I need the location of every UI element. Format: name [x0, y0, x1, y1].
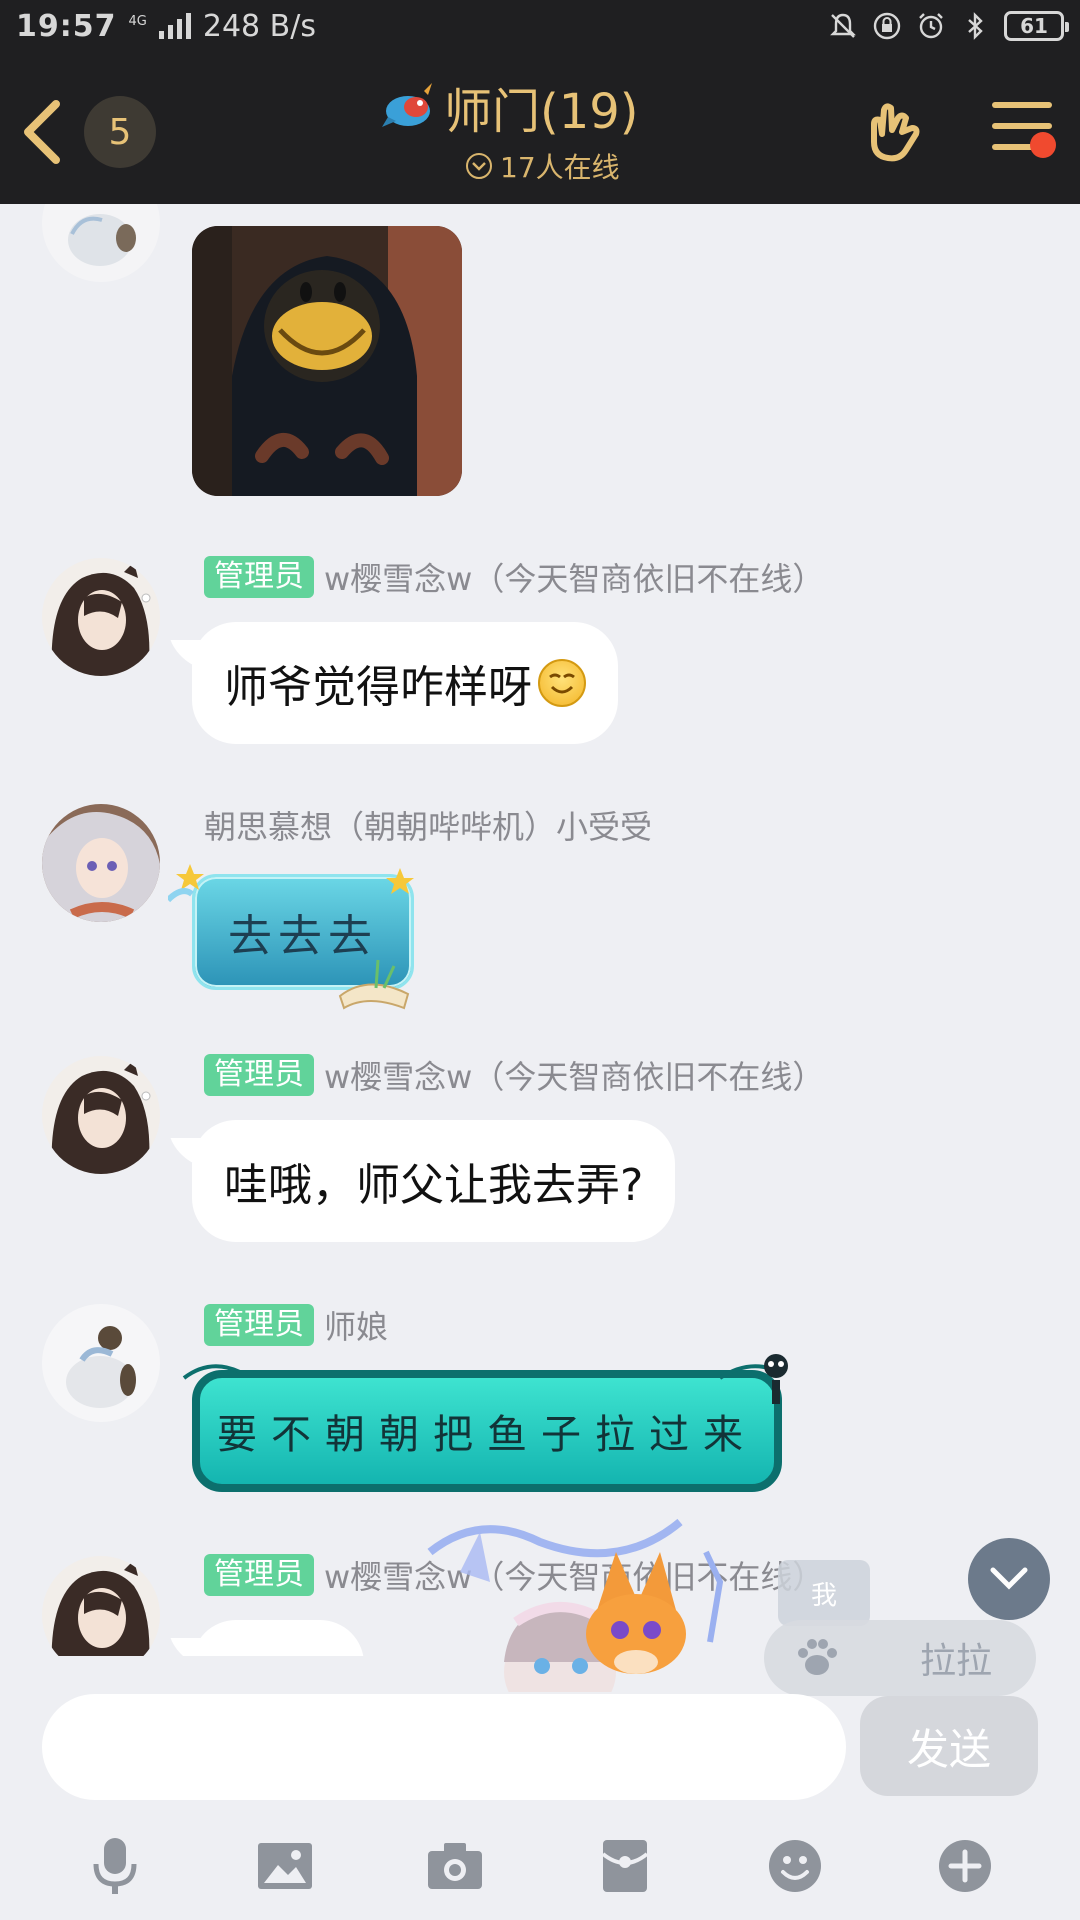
hand-gesture-icon[interactable]: [862, 100, 928, 166]
admin-role-tag: 管理员: [204, 556, 314, 598]
bubble-decoration-icon: [168, 864, 414, 1010]
paw-icon: [798, 1639, 837, 1675]
alarm-icon: [919, 13, 943, 39]
sender-info: 管理员 w樱雪念w（今天智商依旧不在线）: [204, 554, 824, 600]
sender-info: 管理员 w樱雪念w（今天智商依旧不在线）: [204, 1052, 824, 1098]
sender-name[interactable]: 师娘: [324, 1302, 388, 1348]
sender-name[interactable]: w樱雪念w（今天智商依旧不在线）: [324, 1052, 824, 1098]
message-bubble[interactable]: [192, 1620, 364, 1656]
red-packet-icon[interactable]: [592, 1833, 658, 1899]
online-count-text: 17人在线: [500, 151, 620, 184]
status-bar: 19:57 4G 248 B/s 61: [0, 0, 1080, 52]
avatar[interactable]: [42, 1556, 160, 1656]
message-image[interactable]: [192, 226, 462, 496]
message-bubble[interactable]: 哇哦，师父让我去弄?: [192, 1120, 676, 1242]
scroll-down-button[interactable]: [968, 1538, 1050, 1620]
bubble-decoration-icon: [182, 1354, 788, 1404]
sender-info: 管理员 师娘: [204, 1302, 388, 1348]
send-button[interactable]: 发送: [860, 1696, 1038, 1796]
admin-role-tag: 管理员: [204, 1304, 314, 1346]
message-input[interactable]: [42, 1694, 846, 1800]
message-text: 师爷觉得咋样呀: [224, 662, 532, 713]
online-count[interactable]: 17人在线: [466, 146, 700, 186]
message-bubble[interactable]: 师爷觉得咋样呀: [192, 622, 618, 744]
camera-icon[interactable]: [422, 1833, 488, 1899]
microphone-icon[interactable]: [82, 1833, 148, 1899]
admin-role-tag: 管理员: [204, 1054, 314, 1096]
avatar[interactable]: [42, 804, 160, 922]
mute-bell-icon: [830, 13, 856, 38]
plus-icon[interactable]: [932, 1833, 998, 1899]
unread-count-badge[interactable]: 5: [84, 96, 156, 168]
pat-label: 拉拉: [920, 1641, 993, 1682]
dragon-icon: [382, 83, 432, 127]
sender-name[interactable]: 朝思慕想（朝朝哔哔机）小受受: [204, 802, 652, 848]
battery-indicator: 61: [1004, 11, 1069, 41]
network-type: 4G: [128, 13, 147, 29]
input-bar: 发送: [0, 1684, 1080, 1800]
signal-icon: [158, 13, 191, 39]
message-list[interactable]: 管理员 w樱雪念w（今天智商依旧不在线） 师爷觉得咋样呀 朝思慕想（朝朝哔哔机）…: [0, 204, 1080, 1656]
sender-info: 朝思慕想（朝朝哔哔机）小受受: [204, 802, 652, 848]
chevron-down-icon: [990, 1567, 1028, 1590]
avatar[interactable]: [42, 1056, 160, 1174]
emoji-icon[interactable]: [762, 1833, 828, 1899]
bluetooth-icon: [968, 12, 983, 40]
avatar[interactable]: [42, 558, 160, 676]
chevron-down-icon: [466, 153, 492, 179]
sticker-overlay-icon[interactable]: [420, 1512, 820, 1692]
me-tag: 我: [778, 1560, 870, 1626]
status-time: 19:57: [16, 8, 117, 44]
sender-name[interactable]: w樱雪念w（今天智商依旧不在线）: [324, 554, 824, 600]
lock-rotation-icon: [873, 12, 901, 40]
image-icon[interactable]: [252, 1833, 318, 1899]
back-arrow-icon[interactable]: [10, 92, 70, 172]
network-speed: 248 B/s: [202, 8, 316, 44]
message-text: 哇哦，师父让我去弄?: [224, 1160, 644, 1211]
group-title-area[interactable]: 师门(19) 17人在线: [380, 72, 700, 186]
bottom-toolbar: [0, 1812, 1080, 1920]
group-title: 师门(19): [444, 84, 639, 140]
avatar[interactable]: [42, 1304, 160, 1422]
notification-dot: [1030, 132, 1056, 158]
admin-role-tag: 管理员: [204, 1554, 314, 1596]
chat-header: 5 师门(19) 17人在线: [0, 52, 1080, 204]
smiley-emoji-icon: [538, 659, 586, 707]
avatar[interactable]: [42, 204, 160, 282]
